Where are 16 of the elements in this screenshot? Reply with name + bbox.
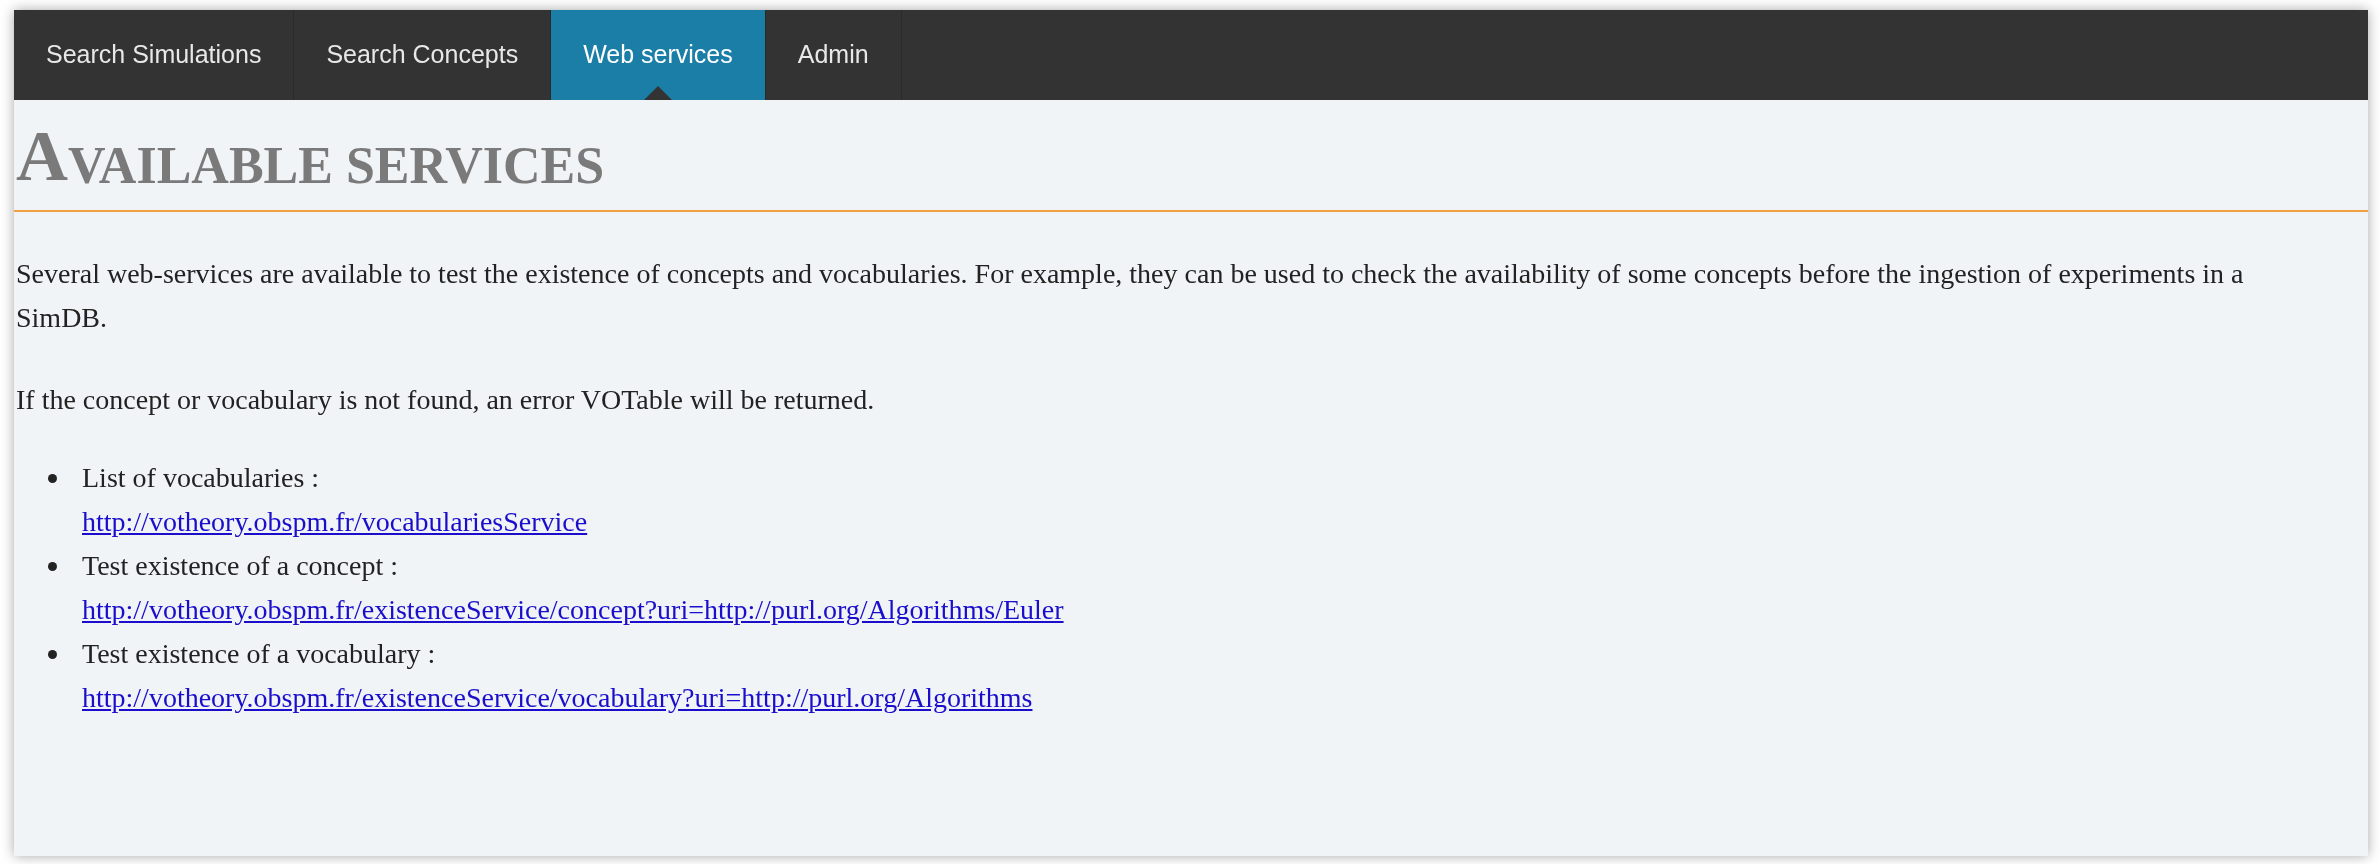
bullet-icon xyxy=(48,650,57,659)
paragraph: If the concept or vocabulary is not found, an error VOTable will be returned. xyxy=(16,383,876,417)
service-link[interactable]: http://votheory.obspm.fr/existenceService/vocabulary?uri=http://purl.org/Algorithms xyxy=(82,676,1033,720)
bullet-icon xyxy=(48,474,57,483)
paragraph: Several web-services are available to test the existence of concepts and vocabularies. For example, they can be used to check the availability of some concepts before the ingestion of experiments in a SimDB. xyxy=(16,257,2245,335)
page-heading: AVAILABLE SERVICES xyxy=(14,100,2368,212)
service-link[interactable]: http://votheory.obspm.fr/existenceService/concept?uri=http://purl.org/Algorithms/Euler xyxy=(82,588,1064,632)
nav-tab[interactable]: Admin xyxy=(765,10,902,100)
service-label: List of vocabularies : xyxy=(82,461,320,495)
nav-tab[interactable]: Search Simulations xyxy=(14,10,295,100)
service-label: Test existence of a concept : xyxy=(82,549,398,583)
service-link[interactable]: http://votheory.obspm.fr/vocabulariesService xyxy=(82,500,588,544)
nav-tab[interactable]: Web services xyxy=(551,10,766,100)
service-label: Test existence of a vocabulary : xyxy=(82,637,436,671)
pointer-icon xyxy=(643,86,672,100)
bullet-icon xyxy=(48,562,57,571)
